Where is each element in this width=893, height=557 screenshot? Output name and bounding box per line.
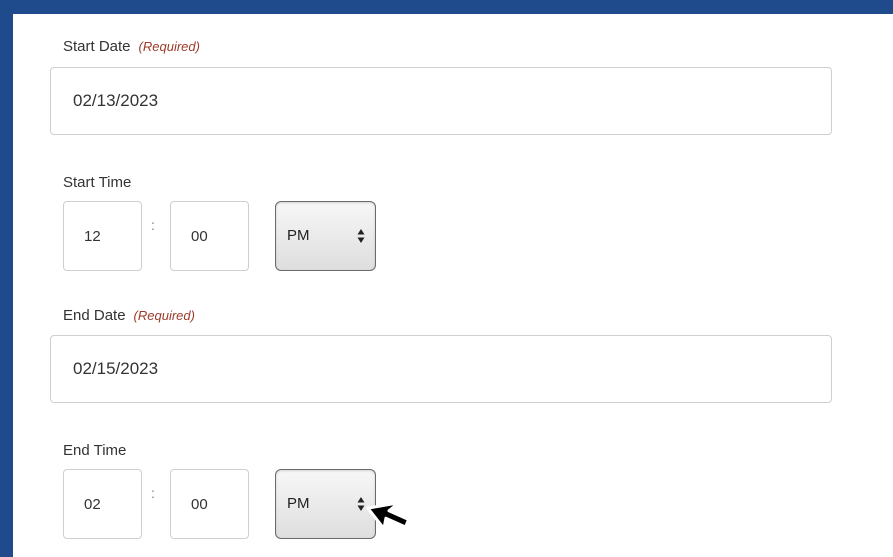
end-date-label: End Date (Required) [63,307,195,324]
required-indicator: (Required) [133,308,195,323]
end-time-label: End Time [63,442,127,459]
end-date-input[interactable] [50,335,832,403]
start-minute-input[interactable] [170,201,249,271]
start-ampm-value: PM [287,227,310,244]
start-time-label: Start Time [63,174,132,191]
mouse-pointer-icon [366,501,411,531]
time-separator: : [151,485,155,501]
start-date-label-text: Start Date [63,38,131,55]
end-hour-input[interactable] [63,469,142,539]
required-indicator: (Required) [138,39,200,54]
end-minute-input[interactable] [170,469,249,539]
start-hour-input[interactable] [63,201,142,271]
end-date-label-text: End Date [63,307,126,324]
up-down-arrows-icon [357,229,365,243]
end-ampm-value: PM [287,495,310,512]
start-ampm-select[interactable]: PM [275,201,376,271]
start-date-label: Start Date (Required) [63,38,200,55]
start-date-input[interactable] [50,67,832,135]
time-separator: : [151,217,155,233]
